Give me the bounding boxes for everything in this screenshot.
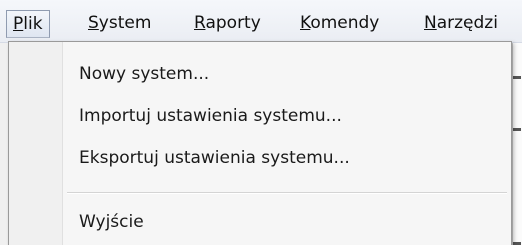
- menu-komendy[interactable]: Komendy: [294, 10, 385, 38]
- menu-system-label: ystem: [98, 13, 152, 33]
- menu-raporty[interactable]: Raporty: [188, 10, 267, 38]
- file-menu-dropdown: Nowy system... Importuj ustawienia syste…: [8, 41, 512, 245]
- menu-item-import-settings[interactable]: Importuj ustawienia systemu...: [13, 99, 507, 133]
- menu-system[interactable]: System: [82, 10, 157, 38]
- menu-bar: Plik System Raporty Komendy Narzędzi: [0, 0, 522, 43]
- menu-raporty-mnemonic: R: [194, 13, 206, 33]
- menu-item-export-settings[interactable]: Eksportuj ustawienia systemu...: [13, 141, 507, 175]
- background-text-fragment: [513, 128, 521, 131]
- menu-narzedzia-mnemonic: N: [424, 13, 437, 33]
- menu-system-mnemonic: S: [88, 13, 99, 33]
- menu-plik-mnemonic: P: [13, 14, 24, 34]
- window: Plik System Raporty Komendy Narzędzi Now…: [0, 0, 522, 245]
- menu-komendy-mnemonic: K: [300, 13, 311, 33]
- background-text-fragment: [513, 76, 521, 79]
- menu-item-new-system[interactable]: Nowy system...: [13, 57, 507, 91]
- menu-plik-label: lik: [23, 14, 43, 34]
- menu-narzedzia[interactable]: Narzędzi: [418, 10, 504, 38]
- menu-separator: [67, 192, 507, 194]
- menu-narzedzia-label: arzędzi: [436, 13, 498, 33]
- background-window-content: [512, 43, 522, 245]
- menu-item-exit[interactable]: Wyjście: [13, 205, 507, 239]
- menu-plik[interactable]: Plik: [6, 10, 50, 38]
- menu-raporty-label: aporty: [205, 13, 261, 33]
- menu-komendy-label: omendy: [310, 13, 380, 33]
